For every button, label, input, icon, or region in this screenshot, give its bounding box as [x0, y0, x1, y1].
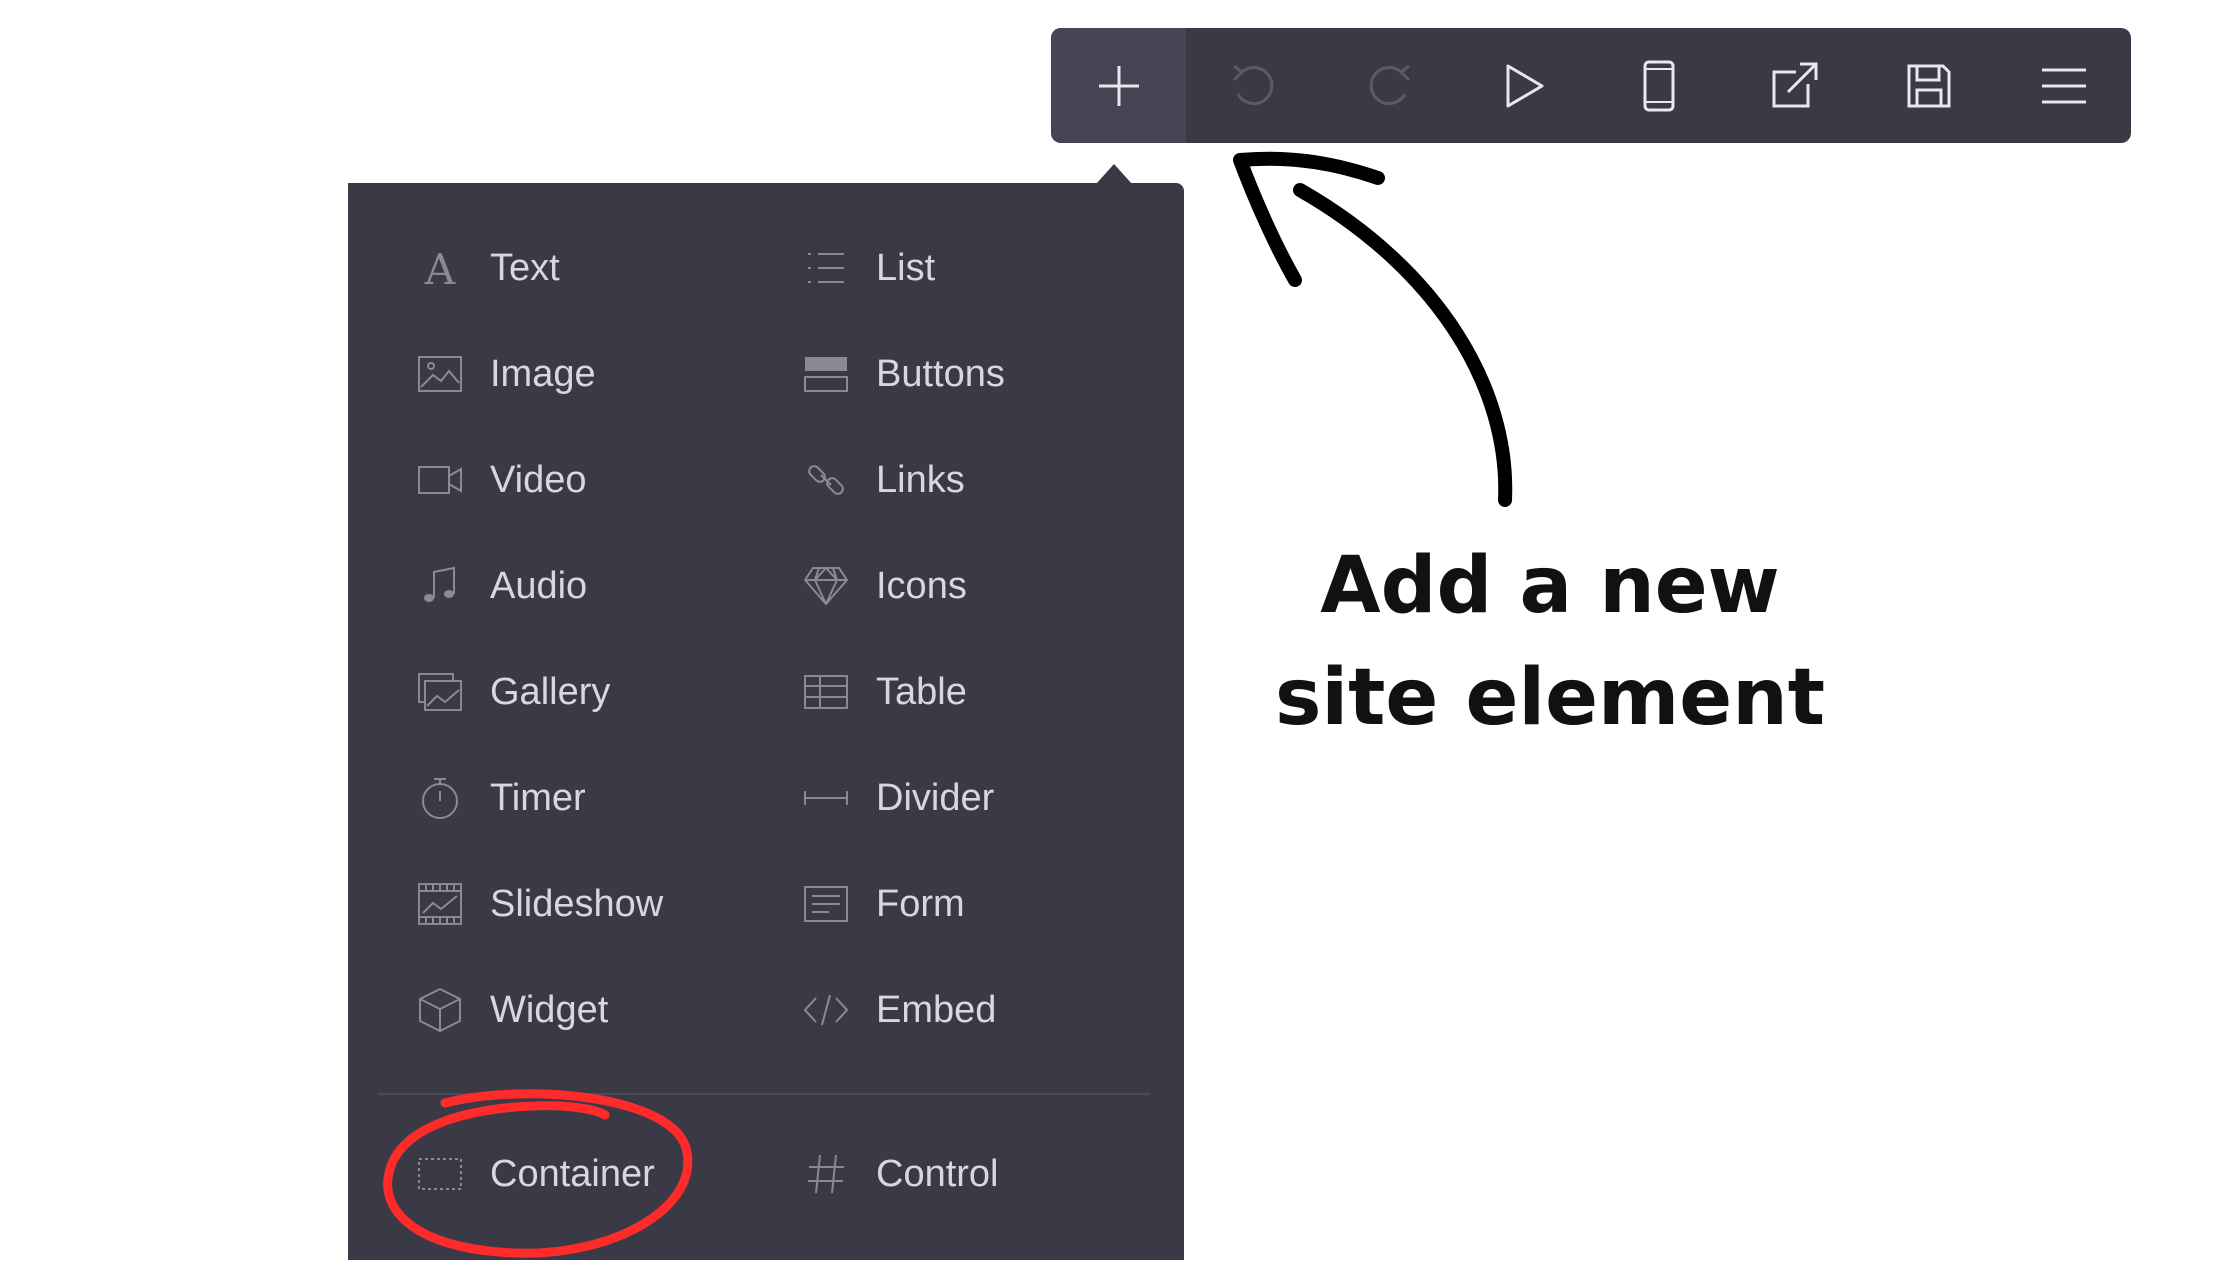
- element-item-widget[interactable]: Widget: [416, 975, 608, 1045]
- element-item-image[interactable]: Image: [416, 339, 596, 409]
- menu-icon: [2041, 68, 2086, 103]
- list-icon: [802, 244, 850, 292]
- element-item-divider[interactable]: Divider: [802, 763, 994, 833]
- element-item-label: Divider: [876, 776, 995, 819]
- element-item-audio[interactable]: Audio: [416, 551, 587, 621]
- element-item-label: Gallery: [490, 670, 611, 713]
- element-item-label: Embed: [876, 988, 997, 1031]
- slideshow-icon: [416, 880, 464, 928]
- element-item-label: Buttons: [876, 352, 1005, 395]
- element-item-label: Image: [490, 352, 596, 395]
- audio-icon: [416, 562, 464, 610]
- element-item-label: Links: [876, 458, 965, 501]
- element-item-video[interactable]: Video: [416, 445, 587, 515]
- arrow-annotation: [1233, 151, 1513, 507]
- external-link-icon: [1772, 62, 1817, 107]
- element-item-label: Timer: [490, 776, 586, 819]
- redo-icon: [1369, 64, 1410, 105]
- menu-button[interactable]: [1996, 28, 2131, 143]
- form-icon: [802, 880, 850, 928]
- highlight-circle: [383, 1089, 693, 1258]
- link-icon: [802, 456, 850, 504]
- element-item-label: Video: [490, 458, 587, 501]
- save-icon: [1907, 64, 1950, 107]
- element-item-timer[interactable]: Timer: [416, 763, 586, 833]
- annotation-line-1: Add a new: [1320, 541, 1780, 631]
- element-item-label: Text: [490, 246, 560, 289]
- text-icon: A: [416, 244, 464, 292]
- preview-button[interactable]: [1456, 28, 1591, 143]
- undo-icon: [1232, 64, 1273, 105]
- element-item-slideshow[interactable]: Slideshow: [416, 869, 663, 939]
- redo-button[interactable]: [1321, 28, 1456, 143]
- element-item-embed[interactable]: Embed: [802, 975, 996, 1045]
- element-item-links[interactable]: Links: [802, 445, 965, 515]
- add-element-button[interactable]: [1051, 28, 1186, 143]
- element-item-table[interactable]: Table: [802, 657, 967, 727]
- element-item-buttons[interactable]: Buttons: [802, 339, 1005, 409]
- panel-caret: [1096, 164, 1132, 184]
- annotation-caption: Add a new site element: [1250, 530, 1850, 754]
- element-item-label: Table: [876, 670, 967, 713]
- save-button[interactable]: [1861, 28, 1996, 143]
- buttons-icon: [802, 350, 850, 398]
- mobile-icon: [1643, 60, 1674, 111]
- divider-icon: [802, 774, 850, 822]
- element-item-control[interactable]: Control: [802, 1139, 999, 1209]
- plus-icon: [1098, 65, 1139, 106]
- element-item-list[interactable]: List: [802, 233, 935, 303]
- undo-button[interactable]: [1186, 28, 1321, 143]
- open-external-button[interactable]: [1726, 28, 1861, 143]
- element-item-gallery[interactable]: Gallery: [416, 657, 610, 727]
- widget-icon: [416, 986, 464, 1034]
- play-icon: [1506, 64, 1543, 107]
- gallery-icon: [416, 668, 464, 716]
- svg-text:A: A: [424, 246, 456, 290]
- mobile-view-button[interactable]: [1591, 28, 1726, 143]
- hash-icon: [802, 1150, 850, 1198]
- video-icon: [416, 456, 464, 504]
- element-item-form[interactable]: Form: [802, 869, 965, 939]
- image-icon: [416, 350, 464, 398]
- element-item-text[interactable]: A Text: [416, 233, 560, 303]
- element-item-label: Icons: [876, 564, 967, 607]
- element-item-label: Control: [876, 1152, 999, 1195]
- editor-toolbar: [1051, 28, 2131, 143]
- element-item-label: Widget: [490, 988, 609, 1031]
- element-item-label: Slideshow: [490, 882, 664, 925]
- element-item-label: List: [876, 246, 936, 289]
- element-item-icons[interactable]: Icons: [802, 551, 967, 621]
- diamond-icon: [802, 562, 850, 610]
- annotation-line-2: site element: [1274, 653, 1826, 743]
- code-icon: [802, 986, 850, 1034]
- timer-icon: [416, 774, 464, 822]
- element-item-label: Audio: [490, 564, 588, 607]
- table-icon: [802, 668, 850, 716]
- element-item-label: Form: [876, 882, 965, 925]
